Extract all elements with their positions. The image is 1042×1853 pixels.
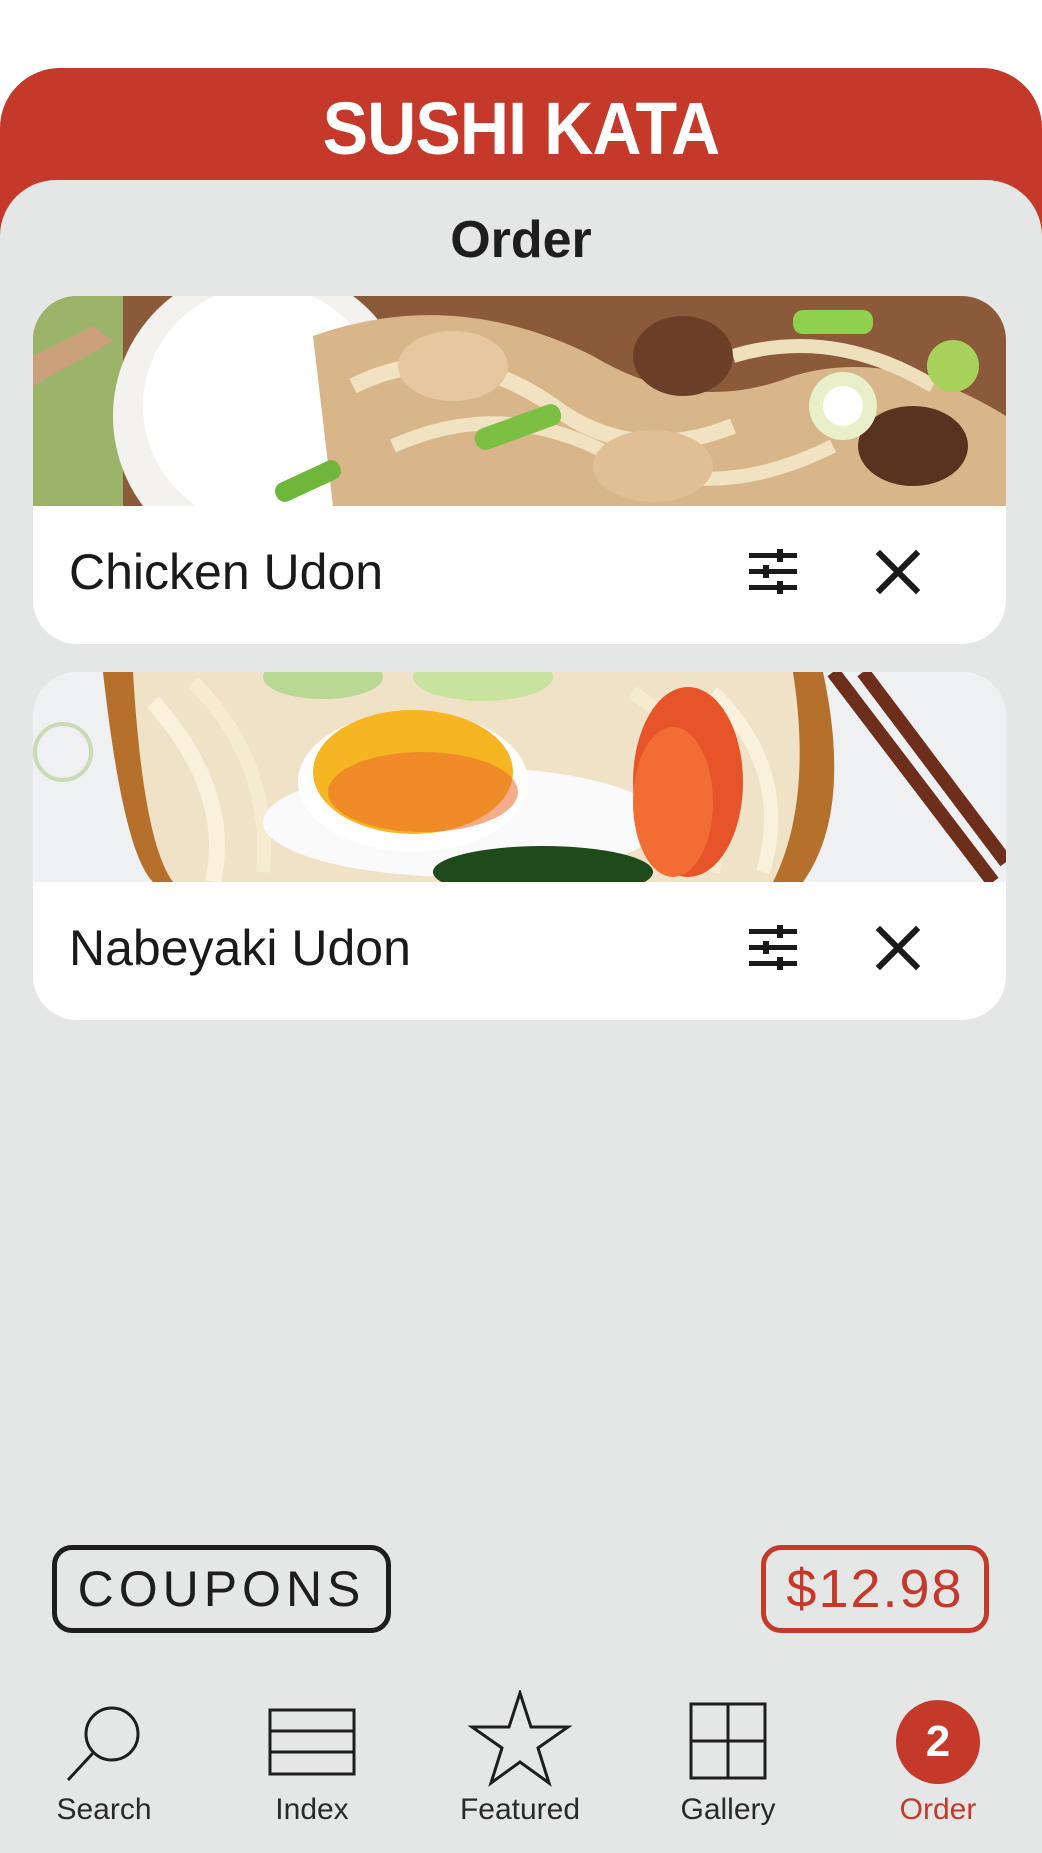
close-icon xyxy=(875,925,921,971)
star-icon xyxy=(468,1690,572,1787)
order-item-card: Nabeyaki Udon xyxy=(33,672,1006,1020)
tab-order[interactable]: 2 Order xyxy=(834,1680,1042,1853)
grid-icon xyxy=(689,1702,767,1780)
list-icon xyxy=(268,1708,356,1776)
sliders-icon xyxy=(749,925,797,970)
item-name: Nabeyaki Udon xyxy=(69,920,411,976)
item-name: Chicken Udon xyxy=(69,544,384,600)
tab-search[interactable]: Search xyxy=(0,1680,208,1853)
order-item-card: Chicken Udon xyxy=(33,296,1006,644)
tab-label: Gallery xyxy=(680,1793,776,1826)
tab-index[interactable]: Index xyxy=(208,1680,416,1853)
customize-button[interactable] xyxy=(735,536,811,608)
search-icon xyxy=(66,1706,140,1782)
tab-gallery[interactable]: Gallery xyxy=(624,1680,832,1853)
coupons-button[interactable]: COUPONS xyxy=(52,1545,391,1633)
customize-button[interactable] xyxy=(735,912,811,984)
tab-bar: Search Index Featured Gallery 2 Order xyxy=(0,1680,1042,1853)
remove-item-button[interactable] xyxy=(860,536,936,608)
tab-featured[interactable]: Featured xyxy=(416,1680,624,1853)
order-total[interactable]: $12.98 xyxy=(761,1545,989,1633)
remove-item-button[interactable] xyxy=(860,912,936,984)
nabeyaki-udon-photo xyxy=(33,672,1006,882)
chicken-udon-photo xyxy=(33,296,1006,506)
tab-label: Index xyxy=(275,1793,349,1826)
close-icon xyxy=(875,549,921,595)
page-title: Order xyxy=(450,211,592,269)
sliders-icon xyxy=(749,549,797,594)
tab-label: Order xyxy=(899,1793,977,1826)
order-count-badge: 2 xyxy=(896,1700,980,1784)
tab-label: Featured xyxy=(459,1793,581,1826)
tab-label: Search xyxy=(56,1793,152,1826)
brand-title: SUSHI KATA xyxy=(322,87,721,170)
